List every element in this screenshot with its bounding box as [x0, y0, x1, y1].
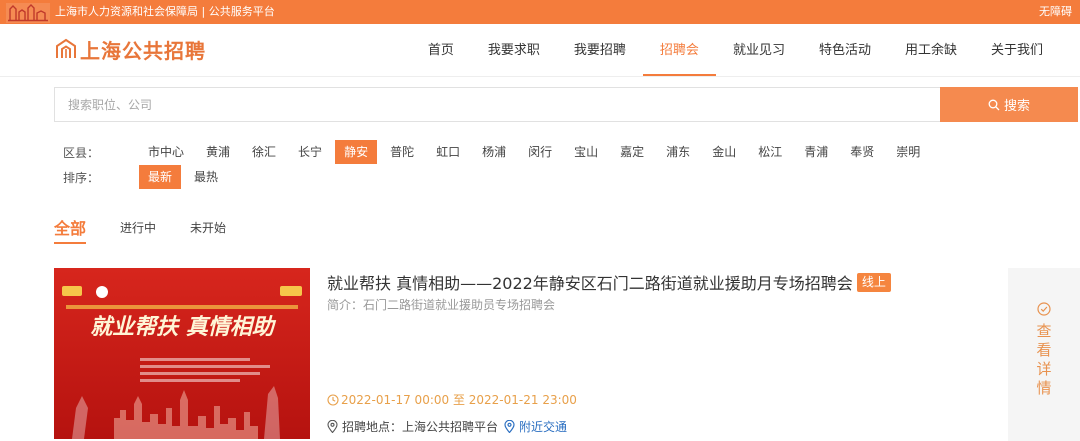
site-logo[interactable]: 上海公共招聘 [54, 36, 206, 63]
view-details-label: 查看详情 [1036, 322, 1052, 397]
district-option[interactable]: 松江 [749, 140, 791, 164]
district-option[interactable]: 长宁 [289, 140, 331, 164]
district-option[interactable]: 杨浦 [473, 140, 515, 164]
search-button[interactable]: 搜索 [940, 87, 1078, 122]
nav-about-us[interactable]: 关于我们 [974, 24, 1060, 77]
poster-image: 就业帮扶 真情相助 [54, 268, 310, 439]
gov-site-name: 上海市人力资源和社会保障局 | 公共服务平台 [55, 5, 275, 18]
search-button-label: 搜索 [1003, 98, 1030, 113]
nearby-transport-label: 附近交通 [519, 420, 568, 434]
district-option[interactable]: 嘉定 [611, 140, 653, 164]
job-fair-location: 招聘地点：上海公共招聘平台 附近交通 [327, 418, 567, 435]
job-fair-title-text: 就业帮扶 真情相助——2022年静安区石门二路街道就业援助月专场招聘会 [327, 274, 853, 293]
site-header: 上海公共招聘 首页 我要求职 我要招聘 招聘会 就业见习 特色活动 用工余缺 关… [0, 24, 1080, 77]
poster-headline: 就业帮扶 真情相助 [90, 314, 277, 340]
search-icon [988, 99, 1000, 110]
nearby-transport-link[interactable]: 附近交通 [504, 418, 567, 435]
district-option[interactable]: 普陀 [381, 140, 423, 164]
nav-job-fairs[interactable]: 招聘会 [642, 24, 716, 77]
job-fair-date-text: 2022-01-17 00:00 至 2022-01-21 23:00 [341, 393, 577, 407]
district-option[interactable]: 崇明 [887, 140, 929, 164]
main-nav: 首页 我要求职 我要招聘 招聘会 就业见习 特色活动 用工余缺 关于我们 [411, 24, 1060, 77]
district-option[interactable]: 浦东 [657, 140, 699, 164]
district-option[interactable]: 宝山 [565, 140, 607, 164]
district-option[interactable]: 青浦 [795, 140, 837, 164]
district-option[interactable]: 奉贤 [841, 140, 883, 164]
check-circle-icon [1037, 302, 1051, 316]
district-option[interactable]: 虹口 [427, 140, 469, 164]
location-pin-icon [504, 420, 515, 433]
district-option[interactable]: 黄浦 [197, 140, 239, 164]
online-badge: 线上 [856, 272, 891, 292]
brand-name: 上海公共招聘 [80, 38, 206, 63]
job-fair-location-text: 招聘地点：上海公共招聘平台 [342, 420, 499, 434]
district-option[interactable]: 市中心 [139, 140, 193, 164]
sort-option-hottest[interactable]: 最热 [185, 165, 227, 189]
job-fair-intro: 简介：石门二路街道就业援助员专场招聘会 [327, 298, 556, 312]
tab-all[interactable]: 全部 [54, 210, 87, 244]
gov-topbar: 上海市人力资源和社会保障局 | 公共服务平台 无障碍 [0, 0, 1080, 24]
search-input[interactable] [54, 87, 940, 122]
tab-in-progress[interactable]: 进行中 [120, 210, 156, 244]
sort-filter-label: 排序： [63, 170, 100, 185]
district-option-selected[interactable]: 静安 [335, 140, 378, 164]
job-fair-date: 2022-01-17 00:00 至 2022-01-21 23:00 [327, 391, 577, 408]
nav-home[interactable]: 首页 [411, 24, 471, 77]
job-fair-title[interactable]: 就业帮扶 真情相助——2022年静安区石门二路街道就业援助月专场招聘会 线上 [327, 270, 891, 294]
sort-filter: 排序： 最新 最热 [63, 165, 231, 189]
nav-job-seeking[interactable]: 我要求职 [471, 24, 557, 77]
district-option[interactable]: 金山 [703, 140, 745, 164]
tab-not-started[interactable]: 未开始 [190, 210, 226, 244]
clock-icon [327, 393, 339, 406]
district-filter-label: 区县： [63, 145, 100, 160]
search-bar: 搜索 [54, 87, 1078, 122]
location-pin-icon [327, 420, 338, 433]
nav-special-events[interactable]: 特色活动 [802, 24, 888, 77]
view-details-button[interactable]: 查看详情 [1008, 268, 1080, 441]
accessibility-link[interactable]: 无障碍 [1039, 5, 1072, 19]
nav-labor-demand[interactable]: 用工余缺 [888, 24, 974, 77]
job-fair-card: 就业帮扶 真情相助 就业帮扶 真情相助——2022年静安区石门二路街道就业援助月… [54, 268, 1080, 441]
building-logo-icon [56, 38, 76, 58]
gov-logo-icon [6, 3, 50, 23]
district-filter: 区县： 市中心 黄浦 徐汇 长宁 静安 普陀 虹口 杨浦 闵行 宝山 嘉定 浦东… [63, 140, 933, 164]
nav-internship[interactable]: 就业见习 [716, 24, 802, 77]
nav-recruiting[interactable]: 我要招聘 [557, 24, 643, 77]
district-option[interactable]: 闵行 [519, 140, 561, 164]
status-tabs: 全部 进行中 未开始 [54, 210, 260, 244]
sort-option-newest[interactable]: 最新 [139, 165, 182, 189]
district-option[interactable]: 徐汇 [243, 140, 285, 164]
job-fair-poster[interactable]: 就业帮扶 真情相助 [54, 268, 310, 439]
